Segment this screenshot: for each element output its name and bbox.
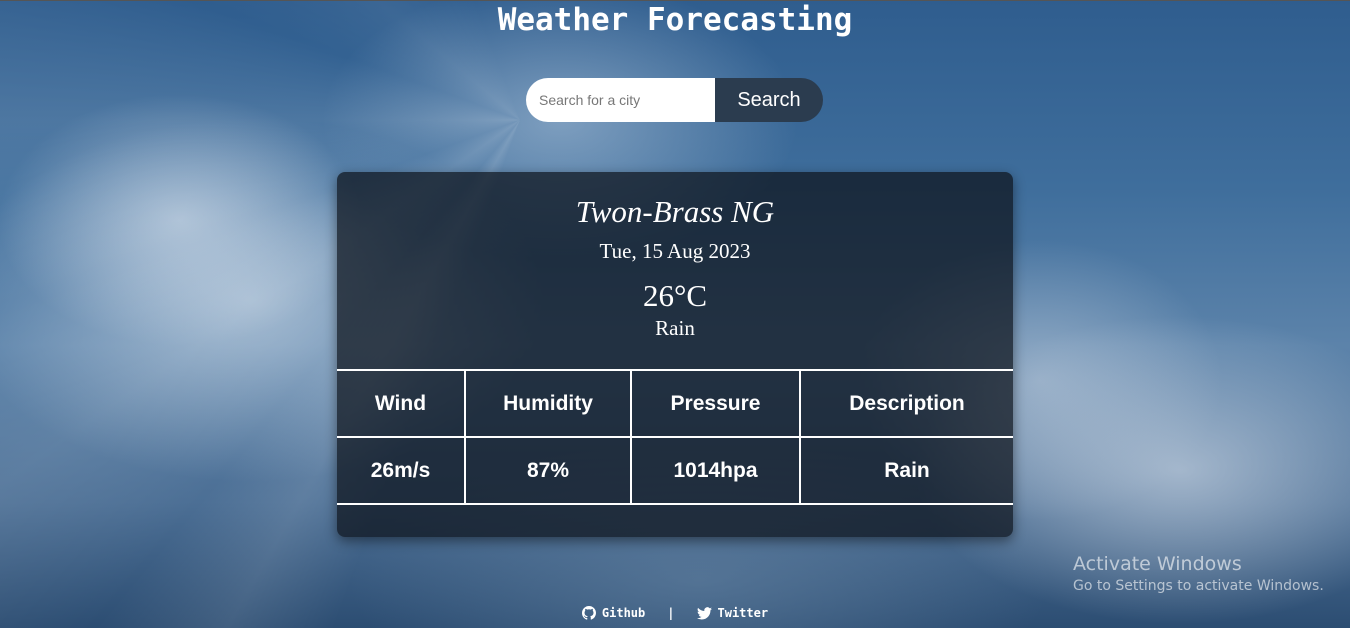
app-title: Weather Forecasting	[497, 2, 853, 38]
column-header-description: Description	[799, 369, 1013, 438]
github-link-label: Github	[601, 606, 646, 620]
table-row: 26m/s 87% 1014hpa Rain	[337, 436, 1013, 505]
forecast-date: Tue, 15 Aug 2023	[599, 239, 751, 263]
weather-condition: Rain	[655, 316, 695, 340]
wind-value: 26m/s	[337, 436, 465, 505]
humidity-value: 87%	[464, 436, 631, 505]
search-input[interactable]	[526, 78, 715, 122]
column-header-humidity: Humidity	[464, 369, 631, 438]
activate-windows-watermark: Activate Windows Go to Settings to activ…	[1073, 553, 1324, 594]
github-link[interactable]: Github	[581, 606, 646, 620]
twitter-icon	[696, 606, 712, 620]
top-border	[0, 0, 1350, 1]
column-header-pressure: Pressure	[630, 369, 800, 438]
column-header-wind: Wind	[337, 369, 465, 438]
weather-card: Twon-Brass NG Tue, 15 Aug 2023 26°C Rain…	[337, 172, 1013, 537]
city-name: Twon-Brass NG	[575, 194, 775, 229]
search-button[interactable]: Search	[715, 78, 823, 122]
twitter-link[interactable]: Twitter	[696, 606, 769, 620]
search-bar: Search	[526, 78, 823, 122]
watermark-subtitle: Go to Settings to activate Windows.	[1073, 578, 1324, 594]
watermark-title: Activate Windows	[1073, 553, 1242, 575]
footer: Github | Twitter	[0, 606, 1350, 620]
temperature: 26°C	[642, 278, 708, 313]
description-value: Rain	[799, 436, 1013, 505]
table-header-row: Wind Humidity Pressure Description	[337, 369, 1013, 438]
twitter-link-label: Twitter	[717, 606, 769, 620]
footer-separator: |	[667, 606, 675, 620]
github-icon	[581, 606, 596, 620]
weather-stats-table: Wind Humidity Pressure Description 26m/s…	[337, 369, 1013, 505]
pressure-value: 1014hpa	[630, 436, 800, 505]
